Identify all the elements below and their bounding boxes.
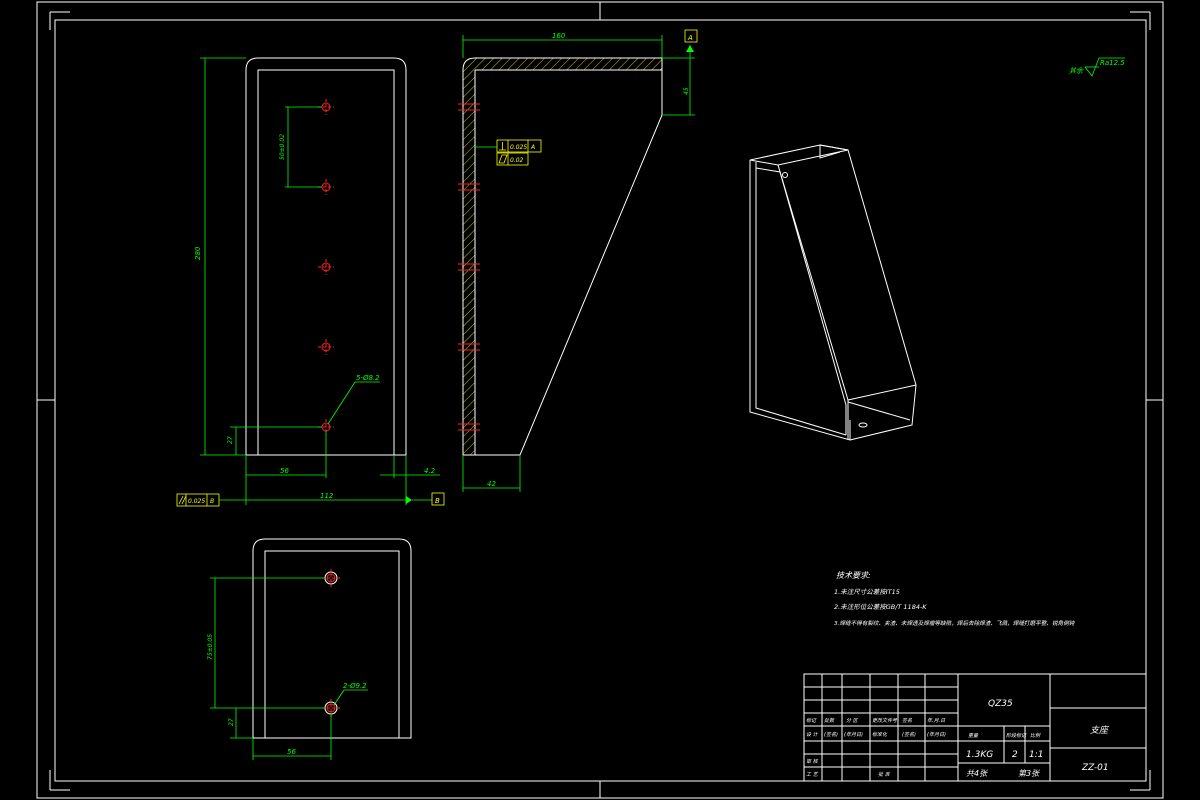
dim-4-2: 4.2 <box>424 467 436 475</box>
dim-42: 42 <box>487 480 496 488</box>
dim-hole-spacing: 50±0.02 <box>279 134 286 160</box>
hdr-mark: 标记 <box>806 717 817 724</box>
row-standard: 标准化 <box>872 731 888 738</box>
side-outline <box>462 57 663 456</box>
perpendicularity-frame: 0.025 A <box>496 139 542 153</box>
label-scale: 比例 <box>1030 732 1041 739</box>
datum-a-label: A <box>687 34 693 42</box>
dim-112: 112 <box>320 492 334 500</box>
tech-req-title: 技术要求: <box>836 571 871 580</box>
row-standard-sign: (签名) <box>902 731 916 738</box>
perp-value: 0.025 <box>510 144 527 151</box>
front-view: 280 50±0.02 27 56 112 4.2 5-Ø8.2 0.025 B… <box>176 57 445 507</box>
hdr-change-doc: 更改文件号 <box>872 717 898 724</box>
dim-bottom-27: 27 <box>228 718 235 726</box>
bottom-holes <box>322 569 340 717</box>
inner-border <box>54 19 1147 782</box>
material: QZ35 <box>988 699 1013 709</box>
callout-holes: 5-Ø8.2 <box>356 374 380 382</box>
top-flange-hatch <box>475 58 662 70</box>
dim-height-280: 280 <box>194 246 202 260</box>
row-design-date: (年月日) <box>844 731 863 738</box>
hdr-date: 年.月.日 <box>927 717 946 724</box>
dim-45: 45 <box>683 87 690 95</box>
row-process: 工 艺 <box>806 771 819 778</box>
parallelism-frame: 0.025 B <box>176 493 246 507</box>
tech-req-item-3: 3.焊缝不得有裂纹、夹渣、未焊透及焊瘤等缺陷，焊后去除焊渣、飞溅，焊缝打磨平整、… <box>834 620 1076 627</box>
flat-value: 0.02 <box>510 157 524 164</box>
front-outline <box>245 57 407 456</box>
front-holes <box>318 99 334 435</box>
web-hatch <box>463 58 475 455</box>
hdr-count: 处数 <box>824 717 835 724</box>
sheet-no: 第3张 <box>1018 769 1040 778</box>
surface-finish-label: 其余 <box>1069 67 1084 75</box>
revision-grid <box>804 674 959 781</box>
dim-bottom-56: 56 <box>287 748 296 756</box>
row-approve: 批 准 <box>878 771 891 778</box>
hdr-sign: 签名 <box>902 717 913 724</box>
sheets-total: 共4张 <box>966 769 988 778</box>
part-name: 支座 <box>1090 725 1110 736</box>
parallel-datum: B <box>210 498 214 505</box>
row-design-sign: (签名) <box>824 731 838 738</box>
row-standard-date: (年月日) <box>927 731 946 738</box>
quantity: 2 <box>1012 750 1018 760</box>
isometric-view <box>749 144 917 441</box>
label-stage: 阶段标记 <box>1006 732 1027 739</box>
dim-bottom-spacing: 75±0.05 <box>207 634 214 660</box>
row-design: 设 计 <box>806 731 819 738</box>
dim-27: 27 <box>227 436 234 444</box>
dim-width-160: 160 <box>552 32 566 40</box>
outer-border <box>36 1 1164 799</box>
tech-req-item-2: 2.未注形位公差按GB/T 1184-K <box>834 603 927 611</box>
scale: 1:1 <box>1029 750 1043 760</box>
side-section-view: 160 45 A 42 0.025 A 0.02 <box>458 29 698 492</box>
drawing-number: ZZ-01 <box>1081 763 1109 773</box>
hole <box>318 339 334 355</box>
surface-finish-symbol: 其余 Ra12.5 <box>1069 57 1125 77</box>
datum-b: B <box>406 492 445 506</box>
cad-drawing-sheet: 280 50±0.02 27 56 112 4.2 5-Ø8.2 0.025 B… <box>36 1 1164 799</box>
perp-datum: A <box>530 144 535 151</box>
surface-finish-value: Ra12.5 <box>1100 59 1125 67</box>
weight: 1.3KG <box>966 750 993 760</box>
row-review: 审 核 <box>806 758 819 765</box>
sheet-frame <box>36 1 1164 799</box>
tech-req-item-1: 1.未注尺寸公差按IT15 <box>834 588 900 596</box>
dim-56: 56 <box>280 467 289 475</box>
label-weight: 重量 <box>968 732 979 739</box>
hole <box>318 259 334 275</box>
front-dimensions: 280 50±0.02 27 56 112 4.2 5-Ø8.2 <box>194 57 440 505</box>
title-block: 标记 处数 分 区 更改文件号 签名 年.月.日 设 计 (签名) (年月日) … <box>803 673 1147 782</box>
callout-bottom-holes: 2-Ø9.2 <box>343 682 367 690</box>
hdr-zone: 分 区 <box>846 717 859 724</box>
parallel-value: 0.025 <box>188 498 205 505</box>
flatness-frame: 0.02 <box>496 152 529 166</box>
technical-requirements: 技术要求: 1.未注尺寸公差按IT15 2.未注形位公差按GB/T 1184-K… <box>834 571 1076 627</box>
bottom-view: 75±0.05 27 56 2-Ø9.2 <box>207 538 412 760</box>
datum-b-label: B <box>435 497 440 505</box>
